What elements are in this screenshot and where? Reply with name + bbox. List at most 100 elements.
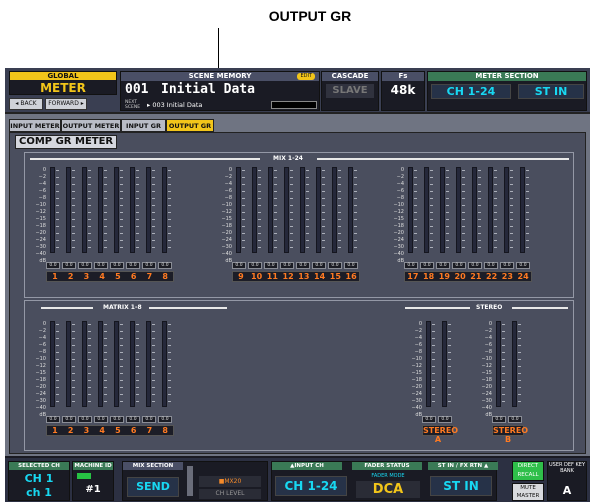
mix-meter-bar [316,167,321,253]
stereo-b-meter-bar [512,321,517,407]
mix-scale: −24 [393,237,404,243]
mix-meter-tick [430,205,433,206]
mix-channel-label: 18 [423,272,435,281]
global-function-button[interactable]: GLOBAL METER [9,71,117,95]
mix-meter-bar [440,167,445,253]
forward-button[interactable]: FORWARD ▸ [45,98,87,110]
matrix-meter-tick [120,380,123,381]
mix-meter-tick [446,240,449,241]
mix-scale: −4 [224,181,232,187]
mix-channel-label: 14 [314,272,326,281]
stereo-b-scale: −40 [481,405,492,411]
matrix-meter-tick [88,359,91,360]
tab-input-gr[interactable]: INPUT GR [121,119,166,132]
mix-meter-tick [72,240,75,241]
mix-meter-value: 0.0 [94,262,108,269]
matrix-meter-tick [72,359,75,360]
matrix-meter-tick [88,366,91,367]
tab-output-meter[interactable]: OUTPUT METER [61,119,121,132]
mix-meter-value: 0.0 [142,262,156,269]
mix-title-rule-right [317,158,569,160]
mix-meter-bar [50,167,55,253]
mix-meter-tick [120,212,123,213]
matrix-channel-label: 7 [146,426,153,435]
matrix-meter-tick [56,366,59,367]
mix-meter-tick [510,198,513,199]
matrix-meter-tick [120,373,123,374]
stereo-a-meter-tick [448,373,451,374]
mix-meter-tick [354,240,357,241]
mix-meter-tick [168,212,171,213]
mix-meter-tick [494,240,497,241]
cascade-value: SLAVE [326,84,374,98]
selected-channel-panel[interactable]: SELECTED CH CH 1 ch 1 [8,461,70,501]
stereo-a-meter-bar [442,321,447,407]
matrix-meter-tick [120,366,123,367]
mix-meter-tick [510,240,513,241]
mix-meter-tick [354,170,357,171]
mix-meter-tick [338,198,341,199]
matrix-meter-tick [56,338,59,339]
mix-meter-tick [136,233,139,234]
user-def-key-panel[interactable]: USER DEF KEY BANK A [547,461,587,501]
mix-meter-tick [290,198,293,199]
mix-select-button[interactable]: ■MX20 [199,476,261,487]
tab-input-meter[interactable]: INPUT METER [9,119,61,132]
fader-mode-value[interactable]: DCA [356,481,420,498]
meter-section-stin-button[interactable]: ST IN [518,84,584,99]
mix-meter-tick [354,184,357,185]
mix-meter-tick [152,247,155,248]
ch-level-button[interactable]: CH LEVEL [199,489,261,499]
mix-meter-tick [168,233,171,234]
mix-meter-tick [120,177,123,178]
tab-output-gr[interactable]: OUTPUT GR [166,119,214,132]
back-button[interactable]: ◂ BACK [9,98,43,110]
mix-scale: −2 [38,174,46,180]
stereo-a-meter-tick [432,380,435,381]
mix-meter-tick [168,247,171,248]
mix-meter-tick [306,226,309,227]
global-value: METER [10,80,116,94]
send-button[interactable]: SEND [127,477,179,497]
matrix-meter-tick [104,394,107,395]
mix-meter-tick [72,233,75,234]
st-in-button[interactable]: ST IN [430,476,492,496]
mix-meter-tick [494,170,497,171]
mix-meter-tick [322,205,325,206]
mix-meter-tick [290,247,293,248]
matrix-meter-tick [120,359,123,360]
stereo-a-meter-tick [448,331,451,332]
machine-status-indicator [77,473,91,479]
meter-section-ch-button[interactable]: CH 1-24 [431,84,511,99]
matrix-meter-tick [168,352,171,353]
mix-meter-tick [430,177,433,178]
stereo-a-meter-tick [432,324,435,325]
mix-meter-tick [414,247,417,248]
mute-master-button[interactable]: MUTE MASTER [512,483,544,501]
input-ch-button[interactable]: CH 1-24 [275,476,347,496]
stereo-b-meter-tick [502,366,505,367]
mix-scale: −8 [38,195,46,201]
mix-scale: 0 [42,167,46,173]
scene-memory-panel[interactable]: SCENE MEMORY EDIT 001 Initial Data NEXT … [120,71,320,111]
mix-meter-tick [88,212,91,213]
meter-section-panel: METER SECTION CH 1-24 ST IN [427,71,587,111]
mix-meter-tick [56,170,59,171]
matrix-meter-tick [152,331,155,332]
mix-meter-tick [56,184,59,185]
stereo-b-meter-tick [502,331,505,332]
mix-meter-tick [72,226,75,227]
stereo-a-meter-tick [432,338,435,339]
mix-meter-tick [258,205,261,206]
matrix-meter-tick [168,387,171,388]
mix-scale: −2 [396,174,404,180]
mix-meter-tick [354,219,357,220]
mix-meter-tick [306,177,309,178]
mix-meter-tick [88,184,91,185]
stereo-a-scale: −15 [411,370,422,376]
mix-meter-tick [338,212,341,213]
mix-meter-tick [258,212,261,213]
matrix-meter-tick [56,394,59,395]
mix-channel-label: 2 [67,272,74,281]
direct-recall-button[interactable]: DIRECT RECALL [512,461,544,481]
